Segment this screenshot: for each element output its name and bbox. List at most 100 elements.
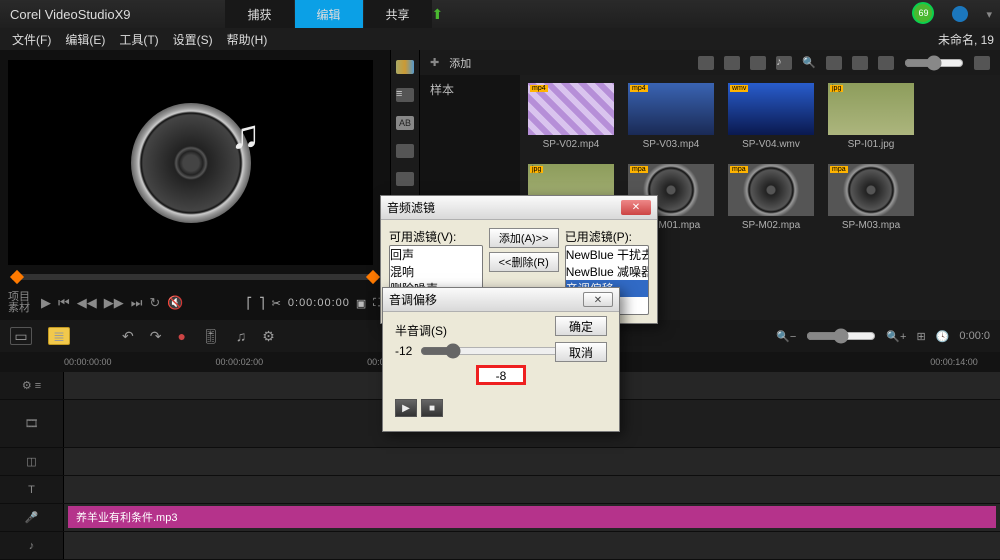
- auto-music-icon[interactable]: ♫: [236, 328, 247, 344]
- thumb-caption: SP-M03.mpa: [828, 220, 914, 231]
- playback-slider[interactable]: [12, 274, 378, 280]
- menu-edit[interactable]: 编辑(E): [65, 31, 105, 48]
- filter-category-icon[interactable]: [396, 172, 414, 186]
- music-track[interactable]: ♪: [0, 532, 1000, 560]
- cancel-button[interactable]: 取消: [555, 342, 607, 362]
- preview-play-button[interactable]: ▶: [395, 399, 417, 417]
- forward-button[interactable]: ▶▶: [104, 295, 124, 311]
- tab-share[interactable]: 共享: [364, 0, 432, 29]
- rewind-button[interactable]: ◀◀: [77, 295, 97, 311]
- library-thumb[interactable]: mp4 SP-V02.mp4: [528, 83, 614, 150]
- zoom-time[interactable]: 0:00:0: [959, 330, 990, 342]
- pitch-shift-dialog: 音调偏移 ✕ 半音调(S) -12 12 -8 ▶ ■ 确定 取消: [382, 287, 620, 432]
- redo-icon[interactable]: ↷: [150, 328, 162, 345]
- thumb-caption: SP-V02.mp4: [528, 139, 614, 150]
- slider-min: -12: [395, 344, 412, 358]
- add-label[interactable]: 添加: [449, 55, 471, 71]
- next-frame-button[interactable]: ⏭: [131, 295, 143, 311]
- tab-edit[interactable]: 编辑: [295, 0, 363, 29]
- playback-controls: 项目 素材 ▶ ⏮ ◀◀ ▶▶ ⏭ ↻ 🔇 ⎡ ⎤ ✂ 0:00:00:00 ▣…: [8, 292, 382, 314]
- thumb-image: mp4: [628, 83, 714, 135]
- ok-button[interactable]: 确定: [555, 316, 607, 336]
- film-icon: 🎞: [25, 417, 39, 430]
- thumb-size-slider[interactable]: [904, 55, 964, 71]
- app-version: X9: [115, 7, 131, 22]
- options-icon[interactable]: [974, 56, 990, 70]
- voice-track[interactable]: 🎤 养羊业有利条件.mp3: [0, 504, 1000, 532]
- project-name: 未命名, 19: [938, 31, 994, 48]
- video-filter-icon[interactable]: [724, 56, 740, 70]
- close-icon[interactable]: ✕: [621, 200, 651, 215]
- ruler-mark: 00:00:14:00: [930, 357, 978, 367]
- undo-icon[interactable]: ↶: [122, 328, 134, 345]
- dialog-titlebar[interactable]: 音调偏移 ✕: [383, 288, 619, 312]
- mark-out-icon[interactable]: ⎤: [259, 297, 266, 310]
- graphic-category-icon[interactable]: [396, 144, 414, 158]
- mode-labels[interactable]: 项目 素材: [8, 292, 30, 314]
- zoom-out-icon[interactable]: 🔍−: [776, 330, 796, 343]
- search-icon[interactable]: 🔍: [802, 56, 816, 69]
- mixer-icon[interactable]: 🎚: [202, 328, 220, 345]
- loop-button[interactable]: ↻: [149, 295, 160, 311]
- transition-category-icon[interactable]: ≡: [396, 88, 414, 102]
- menu-help[interactable]: 帮助(H): [227, 31, 268, 48]
- timeline-view-icon[interactable]: ≣: [48, 327, 70, 345]
- library-thumb[interactable]: jpgSP-I01.jpg: [828, 83, 914, 150]
- overlay-icon: ◫: [26, 455, 36, 468]
- dialog-title: 音调偏移: [389, 291, 437, 308]
- play-button[interactable]: ▶: [41, 295, 51, 311]
- zoom-slider[interactable]: [806, 328, 876, 344]
- main-tabs: 捕获 编辑 共享: [225, 0, 431, 29]
- audio-clip[interactable]: 养羊业有利条件.mp3: [68, 506, 996, 528]
- add-folder-icon[interactable]: ✚: [430, 56, 439, 69]
- cut-icon[interactable]: ✂: [272, 297, 282, 310]
- dropdown-icon[interactable]: ▾: [986, 8, 992, 21]
- mute-button[interactable]: 🔇: [167, 295, 183, 311]
- preview-stop-button[interactable]: ■: [421, 399, 443, 417]
- fit-icon[interactable]: ⊞: [916, 330, 925, 343]
- menu-tools[interactable]: 工具(T): [119, 31, 158, 48]
- record-icon[interactable]: ●: [177, 328, 185, 344]
- storyboard-view-icon[interactable]: ▭: [10, 327, 32, 345]
- library-thumb[interactable]: wmvSP-V04.wmv: [728, 83, 814, 150]
- app-logo: Corel VideoStudioX9: [10, 7, 130, 22]
- media-category-icon[interactable]: [396, 60, 414, 74]
- audio-filter-icon[interactable]: ♪: [776, 56, 792, 70]
- timecode[interactable]: 0:00:00:00: [288, 297, 350, 309]
- view-thumb-icon[interactable]: [852, 56, 868, 70]
- upload-icon[interactable]: ⬆: [432, 6, 444, 23]
- sample-folder[interactable]: 样本: [430, 81, 510, 98]
- add-filter-button[interactable]: 添加(A)>>: [489, 228, 559, 248]
- notification-badge[interactable]: 69: [912, 2, 934, 24]
- view-list-icon[interactable]: [878, 56, 894, 70]
- menu-file[interactable]: 文件(F): [12, 31, 51, 48]
- title-category-icon[interactable]: AB: [396, 116, 414, 130]
- tab-capture[interactable]: 捕获: [225, 0, 293, 29]
- remove-filter-button[interactable]: <<删除(R): [489, 252, 559, 272]
- clock-icon: 🕓: [936, 330, 950, 343]
- format-tag: mp4: [530, 85, 548, 92]
- zoom-in-icon[interactable]: 🔍+: [886, 330, 906, 343]
- brand: Corel: [10, 7, 41, 22]
- sort-icon[interactable]: [826, 56, 842, 70]
- overlay-track[interactable]: ◫: [0, 448, 1000, 476]
- close-icon[interactable]: ✕: [583, 292, 613, 307]
- dialog-titlebar[interactable]: 音频滤镜 ✕: [381, 196, 657, 220]
- library-thumb[interactable]: mpaSP-M02.mpa: [728, 164, 814, 231]
- semitone-value: -8: [476, 365, 526, 385]
- globe-icon[interactable]: [952, 6, 968, 22]
- library-thumb[interactable]: mp4SP-V03.mp4: [628, 83, 714, 150]
- expand-icon[interactable]: ▣: [356, 297, 367, 310]
- track-controls[interactable]: ⚙ ≡: [0, 372, 64, 399]
- folder-icon[interactable]: [698, 56, 714, 70]
- library-thumb[interactable]: mpaSP-M03.mpa: [828, 164, 914, 231]
- mark-in-icon[interactable]: ⎡: [247, 297, 254, 310]
- menu-settings[interactable]: 设置(S): [173, 31, 213, 48]
- ruler-mark: 00:00:02:00: [216, 357, 264, 367]
- prev-frame-button[interactable]: ⏮: [58, 295, 70, 311]
- track-manager-icon[interactable]: ⚙: [262, 328, 275, 345]
- image-filter-icon[interactable]: [750, 56, 766, 70]
- music-note-icon: ♫: [231, 113, 261, 158]
- menubar: 文件(F) 编辑(E) 工具(T) 设置(S) 帮助(H) 未命名, 19: [0, 28, 1000, 50]
- title-track[interactable]: T: [0, 476, 1000, 504]
